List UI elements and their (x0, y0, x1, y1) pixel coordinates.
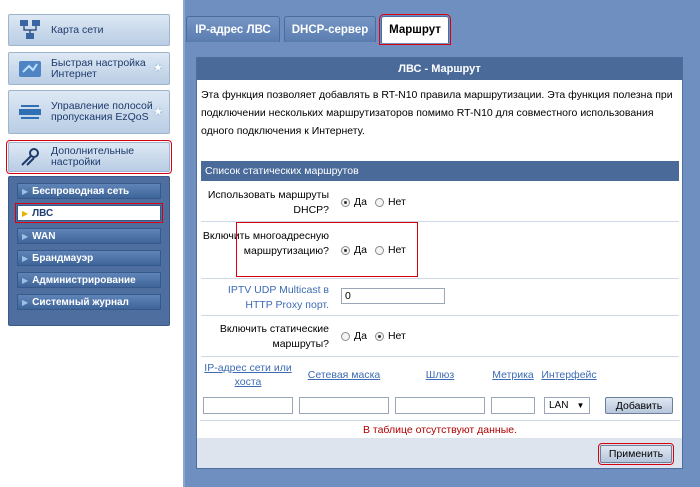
column-header-mask: Сетевая маска (307, 369, 381, 381)
triangle-icon: ▶ (22, 231, 29, 241)
chevron-down-icon: ▼ (576, 401, 585, 410)
star-icon: ★ (153, 62, 163, 74)
tab-label: DHCP-сервер (291, 23, 369, 36)
wrench-icon (15, 144, 45, 170)
column-header-ip: IP-адрес сети или хоста (204, 362, 292, 388)
tab-route[interactable]: Маршрут (379, 14, 451, 45)
dhcp-routes-no-radio[interactable] (374, 197, 384, 207)
add-route-button[interactable]: Добавить (605, 397, 673, 414)
interface-select-value: LAN (549, 400, 569, 411)
panel-title: ЛВС - Маршрут (197, 58, 682, 80)
iptv-row: IPTV UDP Multicast в HTTP Proxy порт. 0 (201, 280, 679, 316)
radio-label: Нет (387, 196, 406, 208)
nav-network-map-label: Карта сети (51, 23, 104, 36)
sub-item-wireless[interactable]: ▶ Беспроводная сеть (17, 183, 161, 199)
star-icon: ★ (153, 106, 163, 118)
tab-label: IP-адрес ЛВС (195, 23, 271, 36)
sub-item-firewall[interactable]: ▶ Брандмауэр (17, 250, 161, 266)
static-routes-header: Список статических маршрутов (201, 161, 679, 181)
apply-button[interactable]: Применить (598, 443, 674, 465)
static-routes-no-radio[interactable] (374, 331, 384, 341)
tab-lan-ip[interactable]: IP-адрес ЛВС (186, 16, 280, 42)
tab-label: Маршрут (389, 24, 441, 36)
dhcp-routes-radios: Да Нет (341, 196, 414, 208)
sub-item-lan[interactable]: ▶ ЛВС (15, 203, 163, 223)
sub-item-label: WAN (32, 230, 56, 242)
sub-item-label: ЛВС (32, 207, 54, 219)
nav-network-map[interactable]: Карта сети (8, 14, 170, 46)
triangle-icon: ▶ (22, 297, 29, 307)
radio-label: Нет (387, 330, 406, 342)
ip-address-input[interactable] (203, 397, 293, 414)
table-empty-message: В таблице отсутствуют данные. (200, 420, 680, 438)
gateway-input[interactable] (395, 397, 485, 414)
static-routes-yes-radio[interactable] (341, 331, 350, 341)
sub-item-wan[interactable]: ▶ WAN (17, 228, 161, 244)
column-header-gateway: Шлюз (425, 369, 455, 381)
netmask-input[interactable] (299, 397, 389, 414)
static-routes-label: Включить статические маршруты? (219, 323, 329, 350)
nav-ezqos-label: Управление полосой пропускания EzQoS (51, 100, 153, 123)
nav-quick-setup-label: Быстрая настройка Интернет (51, 56, 146, 80)
iptv-label: IPTV UDP Multicast в HTTP Proxy порт. (227, 284, 329, 311)
nav-advanced-settings-label: Дополнительные настройки (51, 145, 135, 168)
metric-input[interactable] (491, 397, 535, 414)
radio-label: Да (354, 330, 367, 342)
interface-select[interactable]: LAN ▼ (544, 397, 590, 414)
dhcp-routes-label: Использовать маршруты DHCP? (207, 189, 329, 216)
left-navigation: Карта сети Быстрая настройка Интернет ★ … (0, 0, 180, 487)
nav-quick-setup[interactable]: Быстрая настройка Интернет ★ (8, 52, 170, 85)
sub-item-label: Администрирование (32, 274, 136, 286)
quick-setup-icon (15, 56, 45, 82)
nav-advanced-settings[interactable]: Дополнительные настройки (6, 140, 172, 174)
radio-label: Да (354, 196, 367, 208)
sub-item-administration[interactable]: ▶ Администрирование (17, 272, 161, 288)
column-header-interface: Интерфейс (541, 369, 597, 381)
triangle-icon: ▶ (22, 253, 29, 263)
sub-item-label: Брандмауэр (32, 252, 94, 264)
bandwidth-icon (15, 99, 45, 125)
triangle-icon: ▶ (22, 186, 29, 196)
advanced-submenu: ▶ Беспроводная сеть ▶ ЛВС ▶ WAN ▶ Брандмауэр… (8, 176, 170, 326)
iptv-port-input[interactable]: 0 (341, 288, 445, 304)
tab-dhcp-server[interactable]: DHCP-сервер (284, 16, 376, 42)
static-routes-row: Включить статические маршруты? Да Нет (201, 317, 679, 357)
dhcp-routes-yes-radio[interactable] (341, 197, 350, 207)
sub-item-system-log[interactable]: ▶ Системный журнал (17, 294, 161, 310)
dhcp-routes-row: Использовать маршруты DHCP? Да Нет (201, 184, 679, 222)
multicast-highlight (236, 222, 418, 277)
sub-item-label: Беспроводная сеть (32, 185, 130, 197)
triangle-icon: ▶ (22, 208, 29, 218)
network-map-icon (15, 17, 45, 43)
nav-ezqos[interactable]: Управление полосой пропускания EzQoS ★ (8, 90, 170, 134)
sub-item-label: Системный журнал (32, 296, 129, 308)
column-header-metric: Метрика (492, 369, 534, 381)
triangle-icon: ▶ (22, 275, 29, 285)
panel-description: Эта функция позволяет добавлять в RT-N10… (201, 89, 673, 137)
static-routes-radios: Да Нет (341, 330, 414, 342)
